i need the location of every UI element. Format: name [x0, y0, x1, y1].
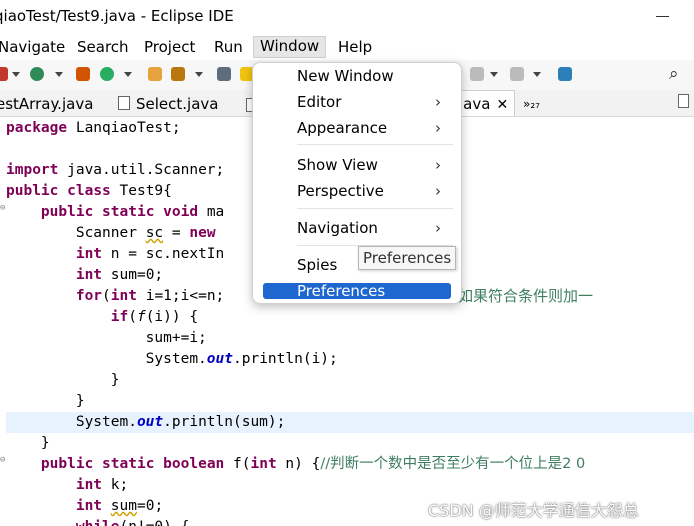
back-arrow-icon[interactable] — [470, 67, 484, 81]
fold-icon[interactable]: ⊖ — [0, 455, 5, 465]
chevron-down-icon[interactable] — [533, 72, 541, 77]
menu-item-editor[interactable]: Editor — [297, 93, 341, 111]
java-file-icon — [118, 96, 130, 110]
menu-item-show-view[interactable]: Show View — [297, 156, 378, 174]
tooltip: Preferences — [358, 246, 457, 270]
menu-project[interactable]: Project — [144, 38, 195, 56]
build-icon[interactable] — [76, 67, 90, 81]
chevron-down-icon[interactable] — [55, 72, 63, 77]
code-line: if(f(i)) { — [110, 309, 199, 325]
minimize-icon[interactable] — [656, 16, 669, 17]
chevron-right-icon: › — [435, 219, 441, 237]
menu-bar: Navigate Search Project Run Window Help — [0, 34, 694, 60]
tab-select-label: Select.java — [136, 95, 219, 113]
menu-search[interactable]: Search — [77, 38, 129, 56]
code-line: } — [6, 372, 120, 388]
menu-run[interactable]: Run — [214, 38, 243, 56]
menu-item-preferences[interactable]: Preferences — [263, 282, 451, 300]
menu-item-new-window[interactable]: New Window — [297, 67, 394, 85]
menu-item-preferences-label: Preferences — [297, 282, 386, 300]
search-icon[interactable]: ⌕ — [669, 64, 679, 84]
pin-icon[interactable] — [217, 67, 231, 81]
save-icon[interactable] — [0, 67, 8, 81]
chevron-down-icon[interactable] — [124, 72, 132, 77]
chevron-right-icon: › — [435, 93, 441, 111]
fold-icon[interactable]: ⊖ — [0, 203, 5, 213]
menu-help[interactable]: Help — [338, 38, 372, 56]
menu-item-perspective[interactable]: Perspective — [297, 182, 384, 200]
close-icon[interactable]: ✕ — [496, 97, 508, 113]
code-comment: 如果符合条件则加一 — [458, 287, 594, 305]
editor-maximize-icon[interactable] — [678, 94, 689, 108]
chevron-down-icon[interactable] — [12, 72, 20, 77]
watermark: CSDN @师范大学通信大怨总 — [428, 501, 639, 520]
code-line: } — [6, 435, 50, 451]
title-bar: qiaoTest/Test9.java - Eclipse IDE — [0, 0, 694, 34]
menu-separator — [297, 144, 453, 145]
code-line: public static boolean f(int n) {//判断一个数中… — [40, 456, 586, 472]
menu-separator — [297, 208, 453, 209]
code-line-current: System.out.println(sum); — [6, 412, 694, 433]
chevron-down-icon[interactable] — [490, 72, 498, 77]
window-title: qiaoTest/Test9.java - Eclipse IDE — [0, 7, 234, 25]
open-type-icon[interactable] — [148, 67, 162, 81]
debug-icon[interactable] — [30, 67, 44, 81]
code-line: int k; — [75, 477, 129, 493]
menu-item-appearance[interactable]: Appearance — [297, 119, 387, 137]
run-icon[interactable] — [100, 67, 114, 81]
menu-item-spies[interactable]: Spies — [297, 256, 337, 274]
tool-icon[interactable] — [171, 67, 185, 81]
tab-testarray[interactable]: estArray.java — [0, 95, 93, 113]
tab-select[interactable]: Select.java — [118, 95, 218, 113]
code-line: System.out.println(i); — [6, 351, 338, 367]
chevron-right-icon: › — [435, 182, 441, 200]
chevron-right-icon: › — [435, 156, 441, 174]
chevron-down-icon[interactable] — [195, 72, 203, 77]
tab-test9-label: java — [459, 95, 491, 113]
chevron-right-icon: › — [435, 119, 441, 137]
maximize-view-icon[interactable] — [558, 67, 572, 81]
menu-item-navigation[interactable]: Navigation — [297, 219, 378, 237]
forward-arrow-icon[interactable] — [510, 67, 524, 81]
more-tabs-button[interactable]: »₂₇ — [523, 97, 540, 111]
code-line: sum+=i; — [6, 330, 207, 346]
menu-window[interactable]: Window — [253, 36, 327, 58]
code-line: } — [6, 393, 85, 409]
menu-navigate[interactable]: Navigate — [0, 38, 65, 56]
